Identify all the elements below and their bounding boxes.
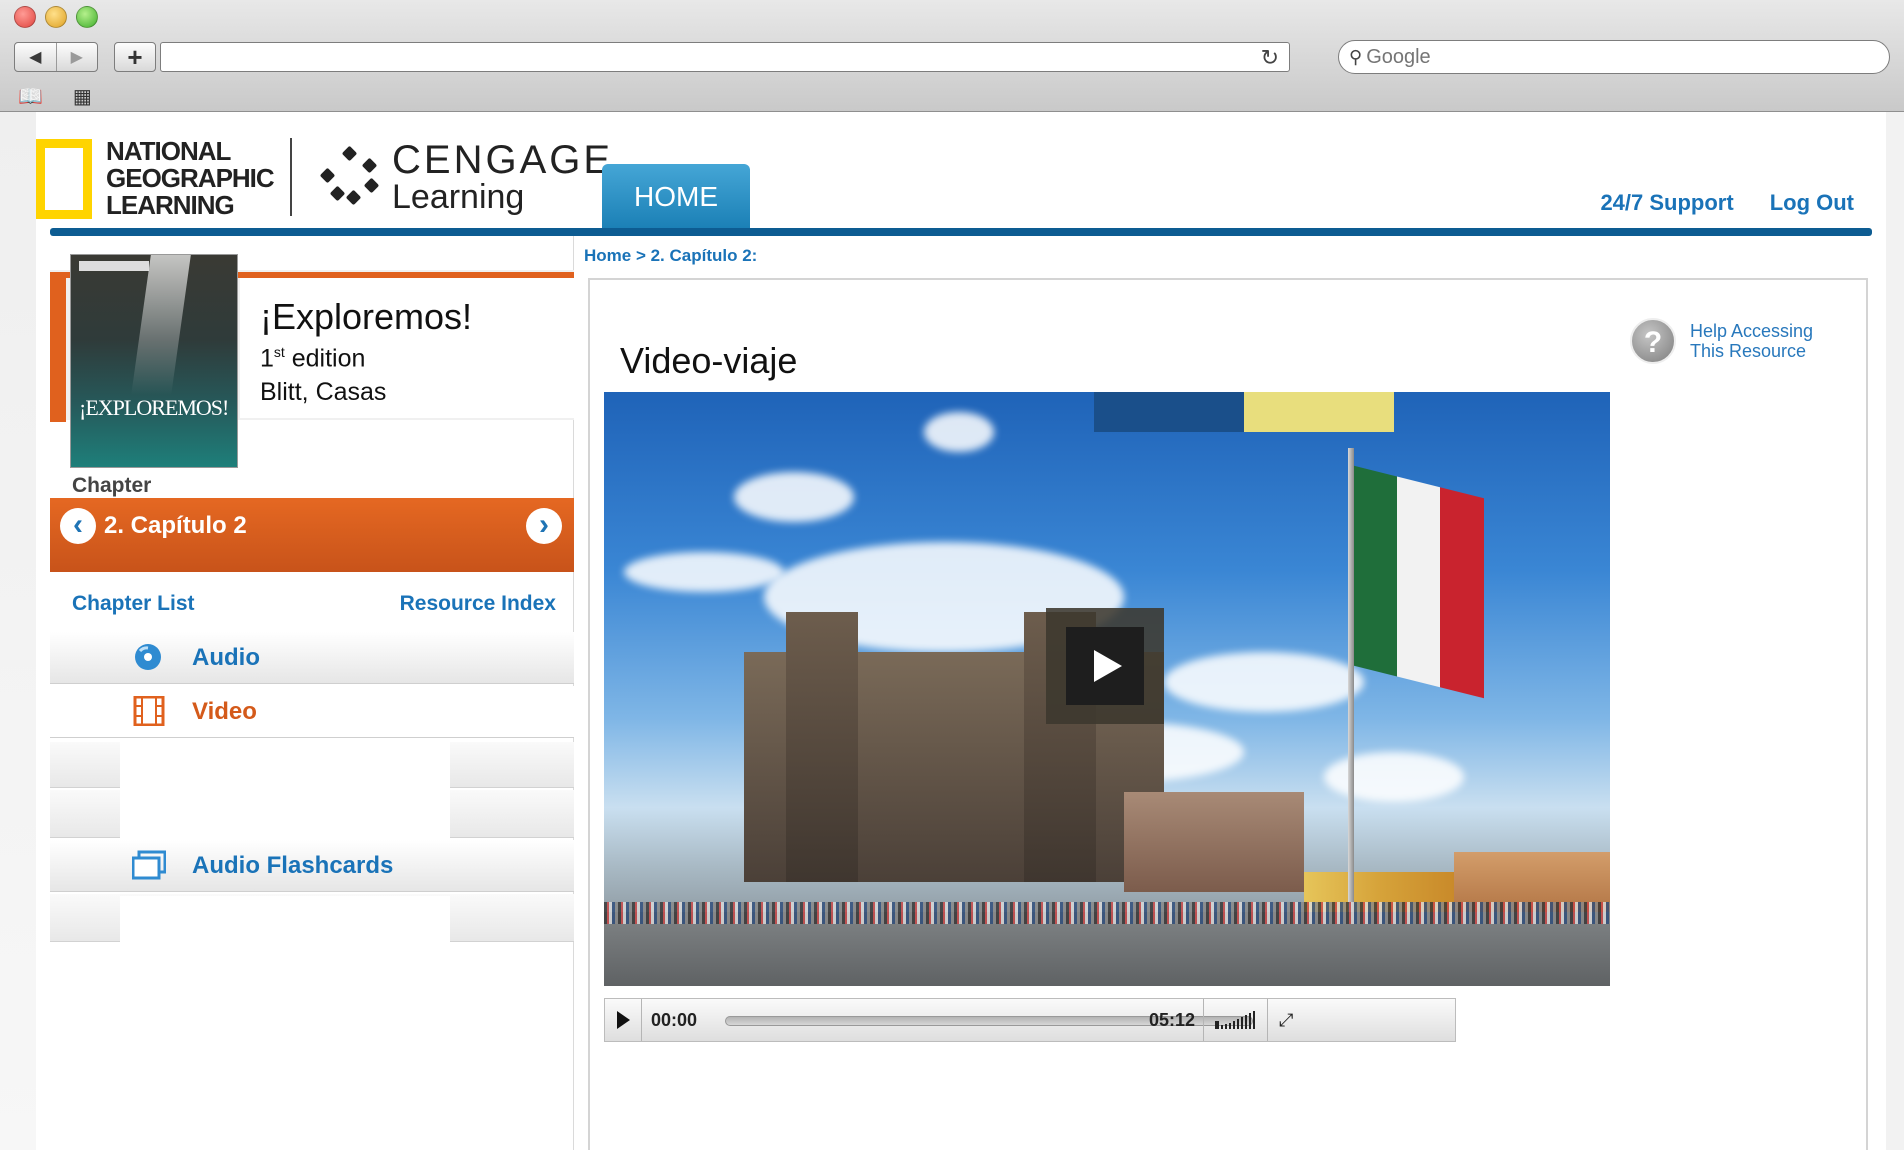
ngl-yellow-frame-icon — [36, 138, 92, 219]
cengage-learning-wordmark: Learning — [392, 178, 525, 216]
page-margin-left — [0, 112, 36, 1150]
resource-item-label: Audio Flashcards — [192, 852, 394, 879]
play-button[interactable] — [617, 1011, 630, 1029]
resource-item-audio[interactable]: Audio — [50, 632, 574, 684]
video-controls: 00:00 05:12 ⤢ — [604, 998, 1456, 1042]
add-bookmark-button[interactable]: + — [114, 42, 156, 72]
sidebar: ¡EXPLOREMOS! ¡Exploremos! 1st edition Bl… — [50, 236, 574, 1150]
cengage-mark-icon — [318, 145, 380, 208]
search-input[interactable] — [1366, 45, 1847, 69]
tab-home[interactable]: HOME — [602, 164, 750, 230]
book-header-accent-left — [50, 272, 66, 422]
chapter-selector: ‹ 2. Capítulo 2 › — [50, 498, 574, 572]
minimize-window-button[interactable] — [45, 6, 67, 28]
audio-disc-icon — [135, 644, 161, 670]
next-chapter-icon[interactable]: › — [526, 508, 562, 544]
breadcrumb[interactable]: Home > 2. Capítulo 2: — [584, 246, 757, 266]
cover-title: ¡EXPLOREMOS! — [79, 395, 229, 420]
browser-chrome: ◀ ▶ + ↻ ⚲ 📖 ▦ — [0, 0, 1904, 112]
chapter-links: Chapter List Resource Index — [50, 586, 574, 626]
history-buttons: ◀ ▶ — [14, 42, 98, 72]
book-title: ¡Exploremos! — [260, 296, 473, 337]
film-icon — [133, 696, 165, 726]
page-title: Video-viaje — [620, 340, 798, 381]
help-link[interactable]: Help Accessing This Resource — [1690, 321, 1813, 361]
close-window-button[interactable] — [14, 6, 36, 28]
play-icon — [1094, 650, 1122, 682]
video-frame[interactable] — [604, 392, 1610, 986]
help-icon[interactable]: ? — [1630, 318, 1676, 364]
address-bar[interactable]: ↻ — [160, 42, 1290, 72]
book-cover-image: ¡EXPLOREMOS! — [70, 254, 238, 468]
national-geographic-learning-logo: NATIONAL GEOGRAPHIC LEARNING — [36, 136, 275, 220]
resource-item-label: Audio — [192, 644, 260, 671]
window-controls — [14, 6, 98, 28]
book-edition: 1st edition — [260, 344, 366, 373]
previous-chapter-icon[interactable]: ‹ — [60, 508, 96, 544]
flashcards-icon — [132, 850, 166, 880]
header-bar — [50, 228, 1872, 236]
reload-icon[interactable]: ↻ — [1261, 45, 1279, 71]
play-overlay-button[interactable] — [1046, 608, 1164, 724]
top-links: 24/7 Support Log Out — [1600, 190, 1854, 216]
cover-light-beam — [131, 255, 191, 395]
resource-blank-area — [120, 742, 450, 840]
web-page: NATIONAL GEOGRAPHIC LEARNING CENGAGE Lea… — [36, 112, 1886, 1150]
logo-divider — [290, 138, 292, 216]
mexican-flag — [1354, 465, 1484, 699]
resource-blank-area — [120, 896, 450, 980]
search-icon: ⚲ — [1349, 46, 1363, 67]
back-button[interactable]: ◀ — [15, 43, 56, 71]
map-overlay — [1094, 392, 1394, 432]
volume-control[interactable] — [1215, 1011, 1255, 1029]
resource-item-video[interactable]: Video — [50, 686, 574, 738]
bookmarks-bar: 📖 ▦ — [18, 84, 92, 109]
zoom-window-button[interactable] — [76, 6, 98, 28]
fullscreen-icon[interactable]: ⤢ — [1279, 1011, 1297, 1029]
current-time: 00:00 — [651, 1010, 698, 1030]
reading-list-icon[interactable]: 📖 — [18, 84, 43, 109]
duration: 05:12 — [1149, 1010, 1196, 1030]
resource-index-link[interactable]: Resource Index — [400, 592, 556, 616]
ngl-logo-text: NATIONAL GEOGRAPHIC LEARNING — [106, 136, 275, 220]
logout-link[interactable]: Log Out — [1770, 190, 1854, 216]
chapter-name: 2. Capítulo 2 — [104, 512, 247, 539]
page-margin-right — [1886, 112, 1904, 1150]
chapter-list-link[interactable]: Chapter List — [72, 592, 195, 616]
forward-button[interactable]: ▶ — [55, 43, 98, 71]
resource-item-audio-flashcards[interactable]: Audio Flashcards — [50, 840, 574, 892]
cover-publisher-badge — [79, 261, 149, 271]
search-field[interactable]: ⚲ — [1338, 40, 1890, 74]
book-authors: Blitt, Casas — [260, 378, 387, 406]
cengage-wordmark: CENGAGE — [392, 138, 614, 182]
top-sites-icon[interactable]: ▦ — [73, 84, 92, 109]
help-accessing-resource[interactable]: ? Help Accessing This Resource — [1630, 318, 1813, 364]
resource-item-label: Video — [192, 698, 257, 725]
support-link[interactable]: 24/7 Support — [1600, 190, 1733, 216]
cengage-logo: CENGAGE Learning — [318, 140, 613, 214]
chapter-label: Chapter — [72, 474, 152, 497]
content-panel: Video-viaje ? Help Accessing This Resour… — [588, 278, 1868, 1150]
